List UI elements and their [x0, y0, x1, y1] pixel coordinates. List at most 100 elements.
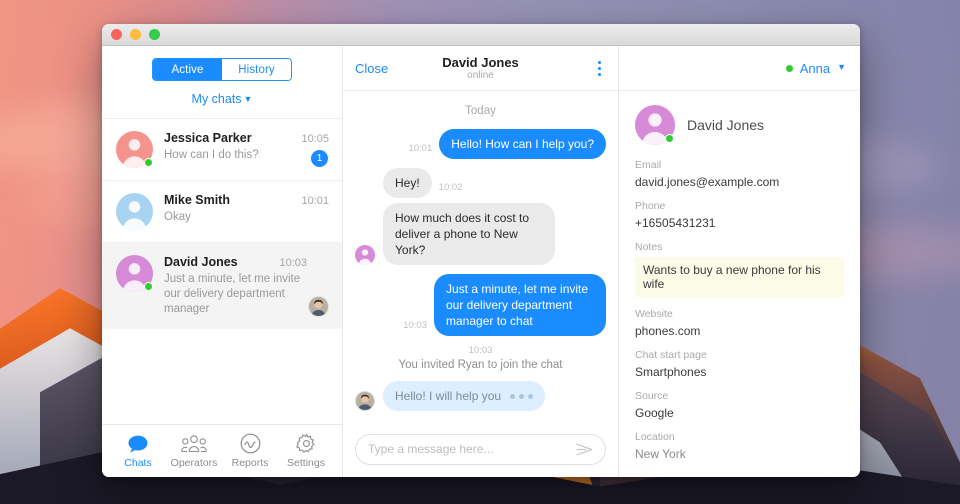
chat-list: Jessica Parker 10:05 How can I do this? … [102, 118, 342, 424]
operator-status-dot [785, 64, 793, 72]
field-label: Source [635, 390, 669, 402]
chat-bubble-icon [128, 433, 148, 454]
chevron-down-icon[interactable]: ▼ [837, 62, 846, 72]
contact-profile: David Jones Email david.jones@example.co… [619, 91, 860, 472]
message-row: 10:01 Hello! How can I help you? [355, 129, 606, 159]
app-window: Active History My chats ▼ Jessica Parker… [102, 24, 860, 477]
conversation-panel: Close David Jones online Today 10:01 Hel… [343, 46, 619, 477]
agent-photo-avatar [355, 391, 375, 411]
field-value: Google [635, 406, 674, 420]
nav-item-settings[interactable]: Settings [279, 433, 333, 469]
online-status-dot [665, 134, 674, 143]
my-chats-label: My chats [191, 92, 242, 106]
field-label: Email [635, 159, 662, 171]
field-value[interactable]: Wants to buy a new phone for his wife [635, 257, 844, 297]
message-time: 10:01 [408, 143, 433, 154]
nav-label: Operators [170, 457, 218, 469]
field-value: New York [635, 447, 686, 461]
window-minimize-button[interactable] [130, 29, 141, 40]
field-label: Website [635, 308, 673, 320]
operator-name[interactable]: Anna [800, 61, 830, 76]
reports-chart-icon [240, 433, 261, 454]
field-source: Source Google [635, 390, 844, 420]
chat-item-name: Mike Smith [164, 193, 230, 207]
nav-label: Reports [231, 457, 269, 469]
field-value: david.jones@example.com [635, 175, 780, 189]
chat-item-time: 10:05 [301, 133, 329, 145]
chat-list-item-mike-smith[interactable]: Mike Smith 10:01 Okay [102, 180, 342, 242]
operator-photo-avatar [308, 296, 329, 317]
avatar [635, 105, 675, 145]
segmented-control: Active History [152, 58, 292, 81]
kebab-menu-icon[interactable] [592, 59, 606, 77]
nav-label: Chats [124, 457, 152, 469]
contact-identity: David Jones [635, 105, 844, 145]
chat-item-preview: Just a minute, let me invite our deliver… [164, 273, 301, 315]
field-label: Phone [635, 200, 666, 212]
typing-indicator-icon [510, 394, 534, 400]
message-time: 10:02 [438, 182, 463, 193]
field-chat-start-page: Chat start page Smartphones [635, 349, 844, 379]
my-chats-dropdown[interactable]: My chats ▼ [102, 81, 342, 118]
operators-icon [181, 433, 207, 454]
system-message-text: You invited Ryan to join the chat [398, 359, 563, 371]
window-zoom-button[interactable] [149, 29, 160, 40]
online-status-dot [144, 158, 153, 167]
message-composer [343, 421, 618, 477]
day-separator: Today [465, 105, 496, 117]
system-message-time: 10:03 [468, 345, 493, 356]
chat-item-preview: How can I do this? [164, 149, 259, 161]
field-value: phones.com [635, 324, 701, 338]
chat-item-name: David Jones [164, 255, 238, 269]
field-value: +16505431231 [635, 216, 716, 230]
avatar [116, 131, 153, 168]
chat-item-time: 10:03 [279, 257, 307, 269]
message-time: 10:03 [403, 320, 427, 331]
avatar [355, 245, 375, 265]
contact-panel: Anna ▼ David Jones Email david.jones@exa… [619, 46, 860, 477]
send-arrow-icon[interactable] [576, 443, 593, 456]
field-value: Smartphones [635, 365, 707, 379]
system-message: 10:03 You invited Ryan to join the chat [355, 345, 606, 371]
chat-item-time: 10:01 [301, 195, 329, 207]
field-label: Location [635, 431, 675, 443]
field-phone: Phone +16505431231 [635, 200, 844, 230]
nav-label: Settings [287, 457, 325, 469]
agent-message-text: Hello! I will help you [395, 389, 502, 403]
field-location: Location New York [635, 431, 844, 461]
avatar [116, 193, 153, 230]
field-website: Website phones.com [635, 308, 844, 338]
chat-item-preview: Okay [164, 211, 191, 223]
message-row: Hello! I will help you [355, 381, 606, 411]
message-row: 10:03 Just a minute, let me invite our d… [355, 274, 606, 336]
nav-item-chats[interactable]: Chats [111, 433, 165, 469]
gear-icon [295, 433, 317, 454]
chat-list-item-david-jones[interactable]: David Jones 10:03 Just a minute, let me … [102, 242, 342, 329]
chevron-down-icon: ▼ [243, 94, 253, 104]
message-input[interactable] [368, 442, 570, 456]
contact-name: David Jones [687, 117, 765, 133]
unread-badge: 1 [311, 150, 328, 167]
chat-list-item-jessica-parker[interactable]: Jessica Parker 10:05 How can I do this? … [102, 118, 342, 180]
online-status-dot [144, 282, 153, 291]
message-bubble-outgoing: Just a minute, let me invite our deliver… [434, 274, 606, 336]
window-titlebar [102, 24, 860, 46]
tab-history[interactable]: History [222, 59, 291, 80]
avatar [116, 255, 153, 292]
message-bubble-incoming: How much does it cost to deliver a phone… [383, 203, 555, 265]
field-label: Notes [635, 241, 663, 253]
message-row: How much does it cost to deliver a phone… [355, 203, 606, 265]
nav-item-reports[interactable]: Reports [223, 433, 277, 469]
message-list: Today 10:01 Hello! How can I help you? H… [343, 91, 618, 421]
operator-bar: Anna ▼ [619, 46, 860, 91]
message-bubble-outgoing: Hello! How can I help you? [439, 129, 606, 159]
tab-active[interactable]: Active [153, 59, 222, 80]
close-chat-button[interactable]: Close [355, 61, 388, 76]
nav-item-operators[interactable]: Operators [167, 433, 221, 469]
bottom-navigation: Chats Operators Reports Settings [102, 424, 342, 477]
message-row: Hey! 10:02 [355, 168, 606, 198]
composer-field[interactable] [355, 433, 606, 465]
window-close-button[interactable] [111, 29, 122, 40]
message-bubble-incoming: Hey! [383, 168, 432, 198]
chat-item-name: Jessica Parker [164, 131, 252, 145]
